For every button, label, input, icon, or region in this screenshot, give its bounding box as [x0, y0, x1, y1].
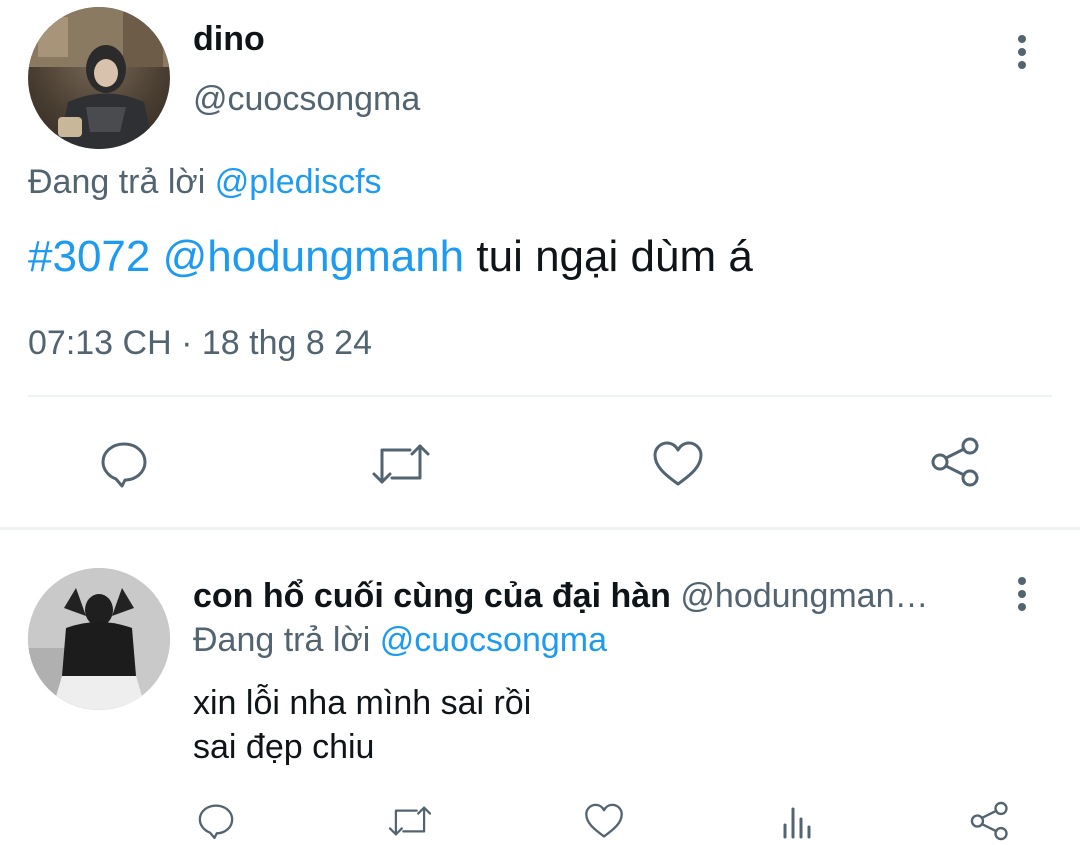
hashtag-link[interactable]: #3072	[28, 232, 150, 281]
user-handle[interactable]: @cuocsongma	[193, 79, 420, 119]
reply-avatar[interactable]	[28, 568, 170, 710]
reply-display-name[interactable]: con hổ cuối cùng của đại hàn	[193, 577, 671, 615]
tweet-body: tui ngại dùm á	[476, 232, 753, 281]
tweet-text: #3072 @hodungmanh tui ngại dùm á	[28, 230, 753, 284]
reply-icon[interactable]	[192, 798, 240, 844]
share-icon[interactable]	[966, 798, 1014, 844]
reply-icon[interactable]	[94, 434, 154, 494]
views-icon[interactable]	[774, 798, 820, 844]
like-icon[interactable]	[648, 434, 708, 494]
reply-to-mention[interactable]: @cuocsongma	[380, 621, 607, 659]
retweet-icon[interactable]	[384, 798, 436, 844]
reply-avatar-photo	[28, 568, 170, 710]
reply-user-handle[interactable]: @hodungman…	[680, 577, 928, 615]
avatar-photo	[28, 7, 170, 149]
mention-link[interactable]: @hodungmanh	[163, 232, 465, 281]
reply-to-mention[interactable]: @plediscfs	[215, 163, 382, 201]
retweet-icon[interactable]	[368, 434, 434, 494]
section-divider	[0, 527, 1080, 530]
reply-header: con hổ cuối cùng của đại hàn @hodungman…	[193, 576, 983, 616]
display-name[interactable]: dino	[193, 19, 265, 59]
share-icon[interactable]	[926, 432, 986, 492]
more-options-icon[interactable]	[1000, 30, 1044, 74]
divider	[28, 395, 1052, 397]
reply-prefix: Đang trả lời	[193, 621, 371, 659]
reply-more-options-icon[interactable]	[1000, 572, 1044, 616]
reply-text-line-1: xin lỗi nha mình sai rồi	[193, 684, 532, 722]
reply-text-line-2: sai đẹp chiu	[193, 728, 375, 766]
reply-context: Đang trả lời @plediscfs	[28, 162, 382, 202]
reply-context: Đang trả lời @cuocsongma	[193, 620, 607, 660]
timestamp[interactable]: 07:13 CH · 18 thg 8 24	[28, 323, 372, 363]
avatar[interactable]	[28, 7, 170, 149]
reply-prefix: Đang trả lời	[28, 163, 206, 201]
like-icon[interactable]	[580, 798, 628, 844]
